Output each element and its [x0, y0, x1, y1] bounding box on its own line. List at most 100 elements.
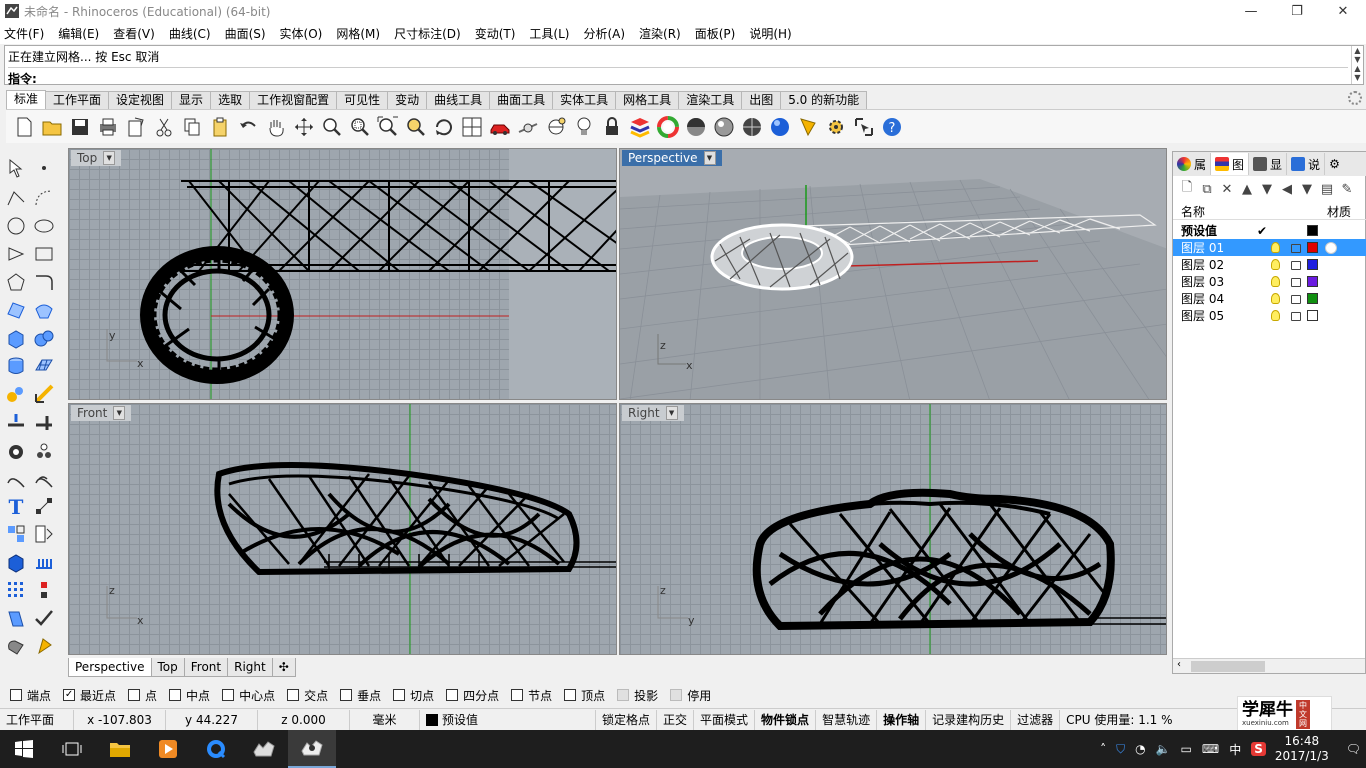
volume-icon[interactable]: 🔈 [1156, 742, 1171, 756]
curve-icon[interactable] [32, 186, 56, 210]
new-layer-icon[interactable]: 🗋 [1177, 180, 1197, 198]
status-cplane[interactable]: 工作平面 [0, 709, 74, 730]
tab-viewport-layout[interactable]: 工作视窗配置 [249, 91, 338, 109]
zoom-window-icon[interactable] [348, 115, 372, 139]
layer-current-check[interactable]: ✔ [1257, 224, 1267, 238]
text-icon[interactable]: T [4, 494, 28, 518]
panel-tab-properties[interactable]: 属 [1173, 153, 1212, 175]
osnap-checkbox[interactable] [393, 689, 406, 701]
osnap-checkbox[interactable] [287, 689, 300, 701]
cut-icon[interactable] [152, 115, 176, 139]
dimension-tool-icon[interactable] [32, 494, 56, 518]
layer-row-02[interactable]: 图层 02 [1173, 256, 1366, 273]
osnap-checkbox[interactable] [670, 689, 683, 701]
new-icon[interactable] [12, 115, 36, 139]
menu-panels[interactable]: 面板(P) [695, 25, 736, 42]
menu-render[interactable]: 渲染(R) [639, 25, 681, 42]
select-icon[interactable] [852, 115, 876, 139]
new-sublayer-icon[interactable]: ⧉ [1197, 180, 1217, 198]
osnap-center[interactable]: 中心点 [222, 687, 275, 704]
menu-edit[interactable]: 编辑(E) [58, 25, 99, 42]
array-icon[interactable] [32, 550, 56, 574]
unlock-icon[interactable] [1291, 278, 1301, 287]
project-icon[interactable] [4, 606, 28, 630]
shaded-sphere-icon[interactable] [684, 115, 708, 139]
viewport-top[interactable]: y x Top ▼ [68, 148, 617, 400]
panel-tab-help[interactable]: 说 [1287, 153, 1326, 175]
menu-curve[interactable]: 曲线(C) [169, 25, 211, 42]
mesh-plane-icon[interactable] [32, 354, 56, 378]
rhino-active-icon[interactable] [288, 730, 336, 768]
bulb-icon[interactable] [1271, 293, 1280, 304]
cplane-icon[interactable] [544, 115, 568, 139]
battery-icon[interactable]: ▭ [1181, 742, 1192, 756]
status-grid-snap[interactable]: 锁定格点 [596, 709, 658, 730]
view-tab-right[interactable]: Right [227, 658, 273, 677]
car-icon[interactable] [488, 115, 512, 139]
menu-view[interactable]: 查看(V) [113, 25, 155, 42]
move-down-icon[interactable]: ▼ [1257, 180, 1277, 198]
chevron-down-icon[interactable]: ▼ [703, 151, 716, 165]
check-icon[interactable] [32, 606, 56, 630]
delete-layer-icon[interactable]: ✕ [1217, 180, 1237, 198]
rhino-icon[interactable] [240, 730, 288, 768]
fillet-curve-icon[interactable] [32, 270, 56, 294]
layer-color-swatch[interactable] [1307, 242, 1318, 253]
layer-color-swatch[interactable] [1307, 225, 1318, 236]
status-filter[interactable]: 过滤器 [1011, 709, 1061, 730]
split-icon[interactable] [4, 410, 28, 434]
pan-hand-icon[interactable] [264, 115, 288, 139]
clock[interactable]: 16:48 2017/1/3 [1275, 734, 1329, 764]
tab-drafting[interactable]: 出图 [741, 91, 782, 109]
status-ortho[interactable]: 正交 [657, 709, 695, 730]
bulb-icon[interactable] [1271, 276, 1280, 287]
layer-color-swatch[interactable] [1307, 259, 1318, 270]
filter-icon[interactable]: ▼ [1297, 180, 1317, 198]
undo-icon[interactable] [236, 115, 260, 139]
osnap-quad[interactable]: 四分点 [446, 687, 499, 704]
panel-tab-layers[interactable]: 图 [1211, 153, 1250, 175]
help-icon[interactable]: ? [880, 115, 904, 139]
tab-standard[interactable]: 标准 [6, 90, 47, 109]
view-tab-perspective[interactable]: Perspective [68, 658, 152, 677]
panel-tab-display[interactable]: 显 [1249, 153, 1288, 175]
layer-page-icon[interactable]: ▤ [1317, 180, 1337, 198]
status-gumball[interactable]: 操作轴 [877, 709, 927, 730]
move-parent-icon[interactable]: ◀ [1277, 180, 1297, 198]
tab-transform[interactable]: 变动 [387, 91, 428, 109]
sogou-icon[interactable]: S [1251, 742, 1266, 756]
browser-icon[interactable] [192, 730, 240, 768]
transform-group-icon[interactable] [4, 382, 28, 406]
osnap-project[interactable]: 投影 [617, 687, 658, 704]
copy-icon[interactable] [180, 115, 204, 139]
polyline-icon[interactable] [4, 186, 28, 210]
status-planar[interactable]: 平面模式 [694, 709, 756, 730]
view-tab-top[interactable]: Top [150, 658, 185, 677]
osnap-checkbox[interactable] [128, 689, 141, 701]
bulb-icon[interactable] [1271, 259, 1280, 270]
print-icon[interactable] [96, 115, 120, 139]
command-prompt[interactable]: 指令: [8, 67, 1348, 87]
trim-icon[interactable] [32, 410, 56, 434]
osnap-disable[interactable]: 停用 [670, 687, 711, 704]
tab-select[interactable]: 选取 [210, 91, 251, 109]
ellipse-icon[interactable] [32, 214, 56, 238]
rectangle-icon[interactable] [32, 242, 56, 266]
menu-mesh[interactable]: 网格(M) [336, 25, 380, 42]
layer-row-01[interactable]: 图层 01 [1173, 239, 1366, 256]
layer-icon[interactable] [628, 115, 652, 139]
import-icon[interactable] [124, 115, 148, 139]
layer-row-03[interactable]: 图层 03 [1173, 273, 1366, 290]
osnap-point[interactable]: 点 [128, 687, 157, 704]
zoom-icon[interactable] [320, 115, 344, 139]
scrollbar-thumb[interactable] [1191, 661, 1265, 672]
panel-gear-icon[interactable]: ⚙ [1325, 153, 1344, 175]
tab-visibility[interactable]: 可见性 [336, 91, 389, 109]
blue-sphere-icon[interactable] [768, 115, 792, 139]
tab-render-tools[interactable]: 渲染工具 [678, 91, 743, 109]
viewport-perspective[interactable]: z x Perspective ▼ [619, 148, 1167, 400]
restore-button[interactable]: ❐ [1274, 0, 1320, 22]
layer-horizontal-scrollbar[interactable]: ‹ [1173, 658, 1365, 673]
osnap-near[interactable]: ✓ 最近点 [63, 687, 116, 704]
unlock-icon[interactable] [1291, 244, 1301, 253]
